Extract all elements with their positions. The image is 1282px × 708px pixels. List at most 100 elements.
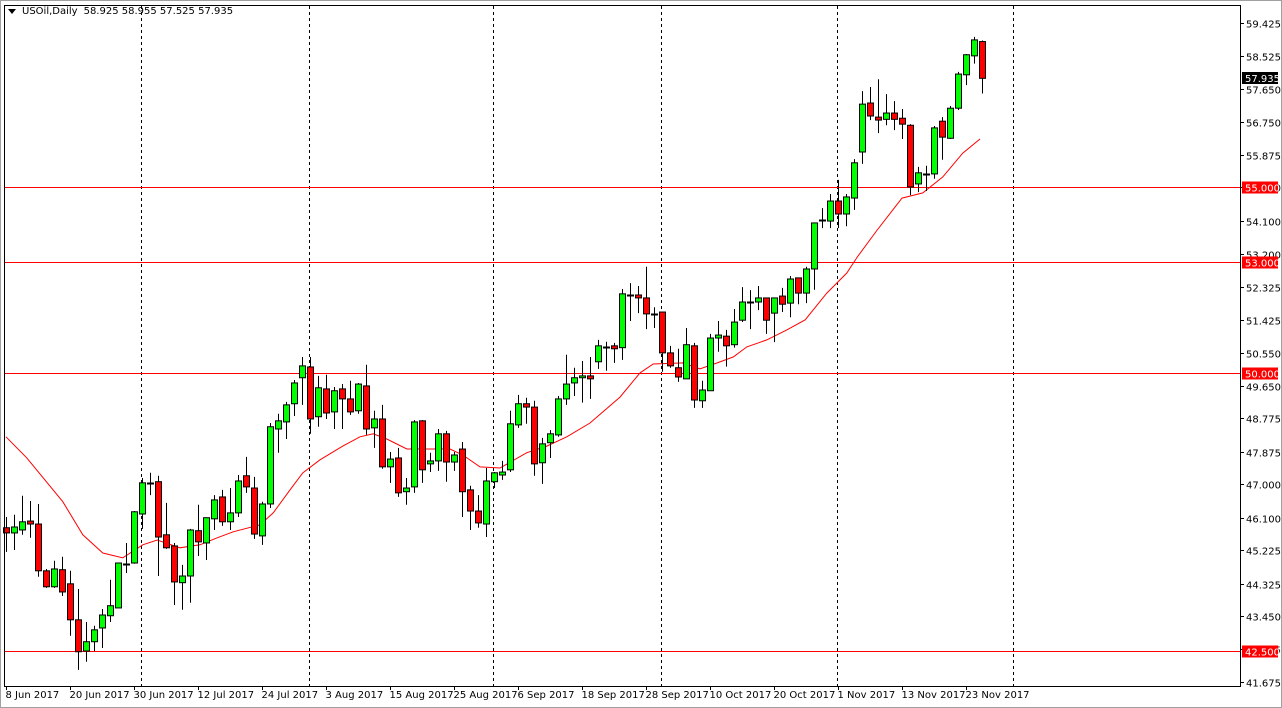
- price-tick-label: 54.100: [1246, 218, 1281, 229]
- candle-body-bearish: [443, 433, 450, 463]
- time-tick-label: 6 Sep 2017: [518, 690, 575, 701]
- window-border: [0, 0, 1282, 708]
- candle-body-bearish: [867, 102, 874, 117]
- candle-body-bullish: [115, 562, 122, 609]
- candle-body-bullish: [51, 568, 58, 588]
- price-tick-label: 50.550: [1246, 350, 1281, 361]
- candle-body-bullish: [707, 337, 714, 392]
- candle-body-bullish: [283, 404, 290, 423]
- candle-body-bullish: [491, 472, 498, 483]
- candle-body-bearish: [891, 112, 898, 120]
- candle-body-bearish: [667, 352, 674, 367]
- candle-body-bearish: [795, 277, 802, 294]
- time-tick-label: 30 Jun 2017: [134, 690, 194, 701]
- candle-body-bullish: [739, 301, 746, 321]
- candle-body-bullish: [579, 375, 586, 379]
- price-chart[interactable]: 59.425 58.525 57.650 56.750 55.875 55.000 54.1…: [0, 0, 1282, 708]
- candle-body-bullish: [851, 162, 858, 199]
- price-tick-label: 44.325: [1246, 581, 1281, 592]
- price-tick-label: 59.425: [1246, 20, 1281, 31]
- price-tick-label: 52.325: [1246, 284, 1281, 295]
- candle: [955, 71, 962, 111]
- candle-body-bearish: [531, 406, 538, 465]
- candle-body-bearish: [155, 481, 162, 538]
- candle-body-bullish: [859, 103, 866, 153]
- candle-body-bullish: [955, 73, 962, 109]
- candle-body-bullish: [451, 454, 458, 463]
- dropdown-triangle-icon[interactable]: [8, 9, 16, 14]
- candle-body-bearish: [363, 385, 370, 430]
- candle-body-bearish: [419, 420, 426, 471]
- candle-body-bullish: [299, 365, 306, 379]
- candle-body-bullish: [547, 433, 554, 444]
- candle-body-bearish: [659, 311, 666, 354]
- candle: [43, 568, 50, 588]
- candle: [235, 475, 242, 517]
- candle-body-bullish: [259, 503, 266, 537]
- level-price-label: 55.000: [1245, 184, 1280, 195]
- price-tick-label: 56.750: [1246, 119, 1281, 130]
- candle-body-bullish: [483, 480, 490, 525]
- candle-body-bullish: [555, 398, 562, 436]
- candle-body-bullish: [371, 418, 378, 429]
- candle-body-bullish: [771, 297, 778, 314]
- current-price-label: 57.935: [1245, 74, 1280, 85]
- candle-body-bearish: [675, 367, 682, 378]
- candle-body-bearish: [459, 448, 466, 493]
- candle-body-bullish: [291, 382, 298, 405]
- candle-body-bearish: [171, 545, 178, 583]
- candle-body-bearish: [35, 523, 42, 572]
- candle-body-bullish: [715, 334, 722, 339]
- time-tick-label: 10 Oct 2017: [710, 690, 772, 701]
- time-tick-label: 1 Nov 2017: [838, 690, 896, 701]
- time-tick-label: 15 Aug 2017: [390, 690, 454, 701]
- candle-body-bearish: [979, 41, 986, 79]
- level-price-label: 53.000: [1245, 259, 1280, 270]
- candle-body-bearish: [907, 124, 914, 188]
- candle: [267, 423, 274, 509]
- candle-body-bullish: [971, 39, 978, 57]
- price-tick-label: 57.650: [1246, 86, 1281, 97]
- time-tick-label: 28 Sep 2017: [646, 690, 709, 701]
- candle-body-bullish: [963, 54, 970, 76]
- candle-body-bearish: [611, 345, 618, 350]
- candle-body-bearish: [163, 534, 170, 549]
- candle-body-bearish: [339, 388, 346, 400]
- candle-body-bearish: [939, 120, 946, 138]
- price-axis[interactable]: 59.425 58.525 57.650 56.750 55.875 55.000 54.1…: [1240, 20, 1281, 690]
- candle-body-bullish: [811, 222, 818, 270]
- candle-body-bearish: [691, 345, 698, 401]
- candle-body-bearish: [379, 418, 386, 468]
- time-tick-label: 23 Nov 2017: [966, 690, 1030, 701]
- price-tick-label: 41.675: [1246, 679, 1281, 690]
- candle-body-bullish: [235, 480, 242, 514]
- candle-body-bearish: [723, 335, 730, 347]
- candle-body-bullish: [355, 383, 362, 412]
- candle-body-bearish: [587, 375, 594, 380]
- candle-body-bearish: [219, 496, 226, 523]
- candle: [691, 342, 698, 408]
- candle-body-bullish: [403, 487, 410, 493]
- candle-body-bearish: [779, 295, 786, 305]
- candle-body-bullish: [563, 383, 570, 400]
- candle-body-bullish: [83, 641, 90, 652]
- price-tick-label: 46.100: [1246, 515, 1281, 526]
- candle-body-bearish: [395, 457, 402, 494]
- candle-body-bearish: [67, 583, 74, 621]
- candle-body-bullish: [331, 390, 338, 413]
- candle: [707, 333, 714, 392]
- candle-body-bullish: [139, 482, 146, 515]
- candle-body-bearish: [59, 569, 66, 593]
- candle: [115, 562, 122, 609]
- candle-body-bullish: [803, 268, 810, 294]
- price-tick-label: 58.525: [1246, 53, 1281, 64]
- candle-body-bullish: [411, 421, 418, 488]
- symbol-label: USOil,Daily: [22, 6, 78, 17]
- candle-body-bullish: [539, 443, 546, 464]
- candle-body-bullish: [947, 107, 954, 139]
- candle: [907, 124, 914, 196]
- candle-body-bearish: [43, 570, 50, 588]
- candle-body-bullish: [99, 614, 106, 629]
- price-tick-label: 43.450: [1246, 613, 1281, 624]
- candle-body-bearish: [251, 487, 258, 535]
